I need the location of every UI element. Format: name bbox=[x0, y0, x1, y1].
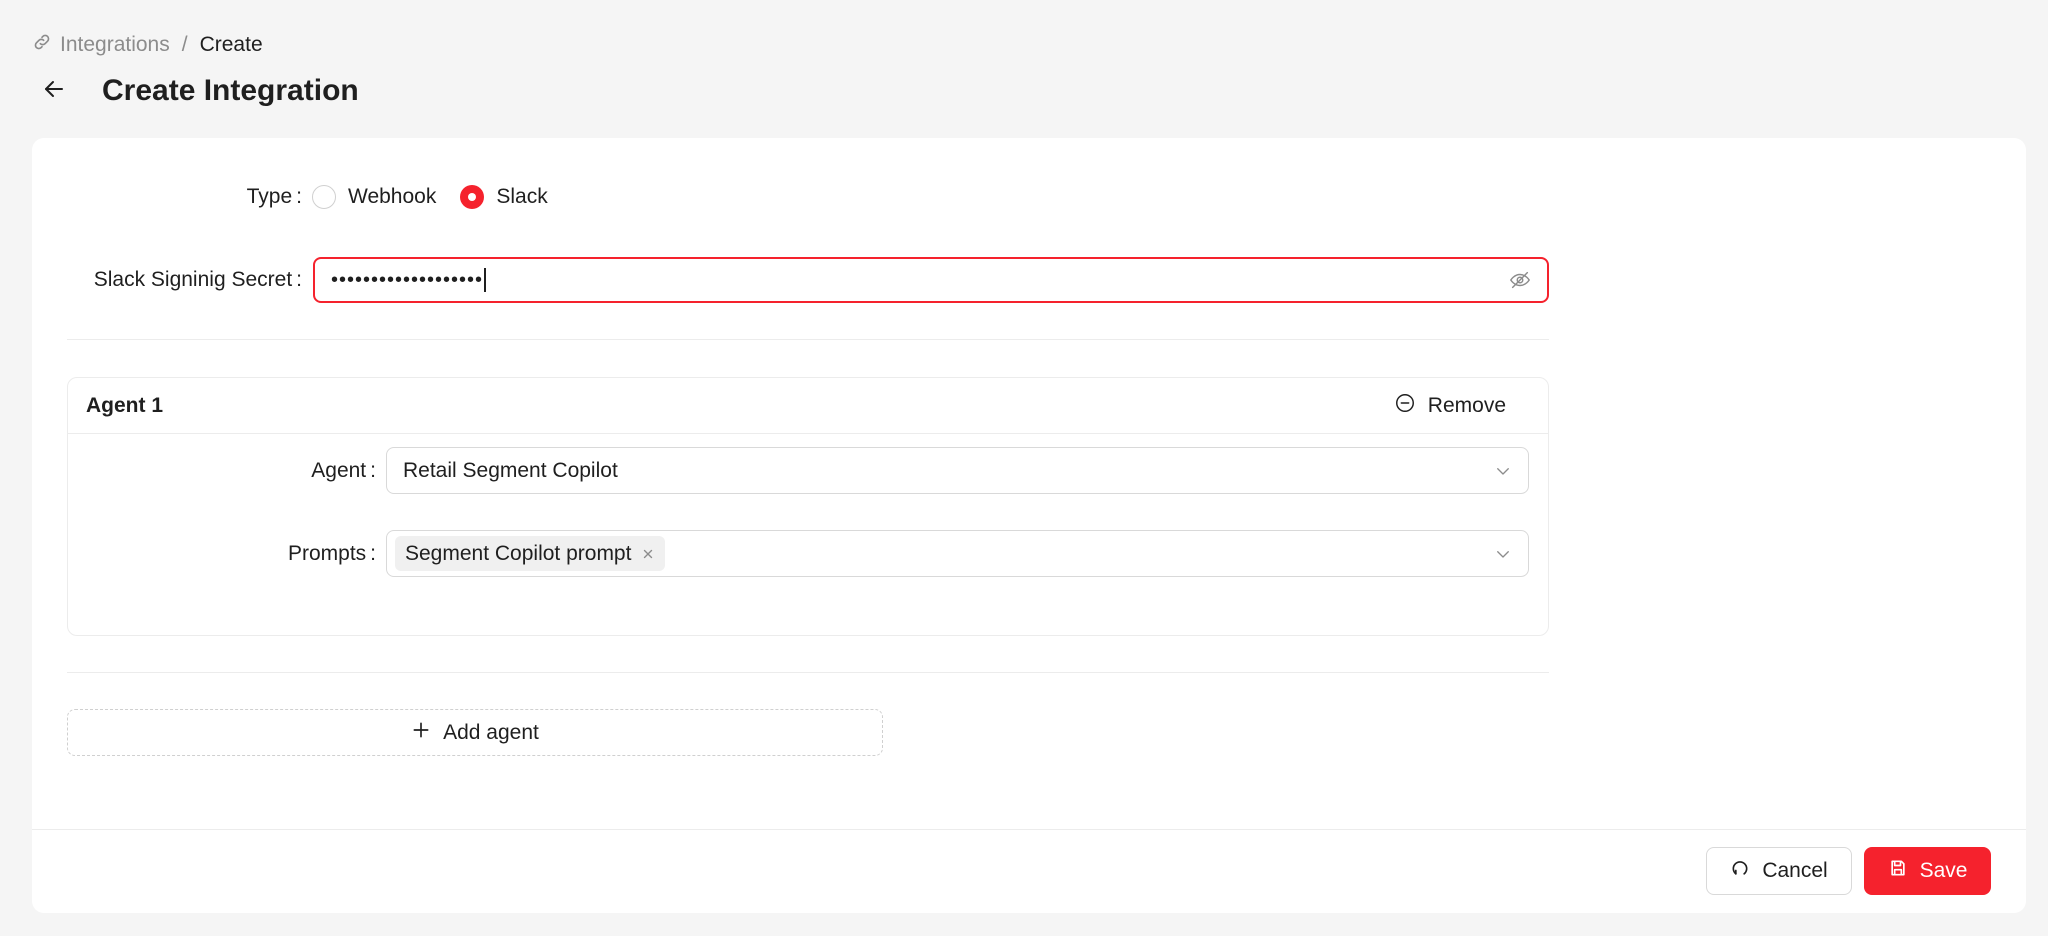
type-label-text: Type bbox=[246, 185, 293, 208]
remove-agent-label: Remove bbox=[1427, 393, 1506, 417]
divider bbox=[67, 672, 1549, 673]
secret-label: Slack Signinig Secret: bbox=[93, 268, 302, 291]
chevron-down-icon bbox=[1494, 462, 1512, 480]
slack-signing-secret-input[interactable]: ••••••••••••••••••• bbox=[313, 257, 1549, 303]
cancel-button[interactable]: Cancel bbox=[1706, 847, 1852, 895]
save-button[interactable]: Save bbox=[1864, 847, 1991, 895]
type-radio-group: Webhook Slack bbox=[312, 177, 548, 217]
minus-circle-icon bbox=[1394, 392, 1416, 420]
radio-slack-label: Slack bbox=[496, 185, 548, 208]
add-agent-button[interactable]: Add agent bbox=[67, 709, 883, 756]
radio-webhook-circle[interactable] bbox=[312, 185, 336, 209]
reload-icon bbox=[1730, 858, 1750, 884]
link-icon bbox=[32, 32, 52, 58]
save-label: Save bbox=[1919, 859, 1968, 882]
close-icon[interactable] bbox=[641, 547, 655, 561]
remove-agent-button[interactable]: Remove bbox=[1394, 392, 1506, 420]
page-title: Create Integration bbox=[102, 74, 359, 107]
back-button[interactable] bbox=[32, 69, 76, 113]
secret-label-text: Slack Signinig Secret bbox=[93, 268, 293, 291]
breadcrumb-parent-label: Integrations bbox=[60, 33, 170, 56]
secret-value: ••••••••••••••••••• bbox=[331, 268, 484, 291]
prompt-tag-label: Segment Copilot prompt bbox=[405, 541, 632, 565]
chevron-down-icon bbox=[1494, 545, 1512, 563]
breadcrumb-separator: / bbox=[181, 33, 188, 56]
arrow-left-icon bbox=[42, 77, 66, 106]
breadcrumb-current: Create bbox=[199, 33, 263, 56]
integration-form-card: Type: Webhook Slack Slack Signinig Secre… bbox=[32, 138, 2026, 913]
radio-webhook[interactable]: Webhook bbox=[312, 185, 436, 209]
breadcrumb: Integrations / Create bbox=[32, 30, 263, 60]
radio-slack-circle[interactable] bbox=[460, 185, 485, 209]
divider bbox=[67, 339, 1549, 340]
agent-title: Agent 1 bbox=[86, 393, 164, 417]
text-caret bbox=[484, 268, 487, 292]
prompts-label-text: Prompts bbox=[287, 542, 367, 565]
agent-card: Agent 1 Remove Agent: Retail Segment Cop… bbox=[67, 377, 1549, 636]
agent-card-header: Agent 1 Remove bbox=[68, 378, 1548, 434]
plus-icon bbox=[411, 720, 431, 746]
prompts-label: Prompts: bbox=[287, 542, 376, 565]
add-agent-label: Add agent bbox=[443, 720, 539, 744]
prompt-tag: Segment Copilot prompt bbox=[395, 536, 666, 571]
agent-select[interactable]: Retail Segment Copilot bbox=[386, 447, 1529, 494]
save-icon bbox=[1888, 858, 1908, 884]
agent-select-value: Retail Segment Copilot bbox=[403, 458, 618, 482]
radio-slack[interactable]: Slack bbox=[460, 185, 548, 209]
agent-label-text: Agent bbox=[311, 459, 367, 482]
radio-webhook-label: Webhook bbox=[348, 185, 437, 208]
eye-off-icon[interactable] bbox=[1509, 269, 1531, 291]
type-label: Type: bbox=[246, 185, 302, 208]
breadcrumb-integrations-link[interactable]: Integrations bbox=[32, 32, 170, 58]
prompts-select[interactable]: Segment Copilot prompt bbox=[386, 530, 1529, 577]
agent-label: Agent: bbox=[311, 459, 376, 482]
cancel-label: Cancel bbox=[1762, 859, 1828, 882]
page-header: Create Integration bbox=[32, 68, 359, 114]
